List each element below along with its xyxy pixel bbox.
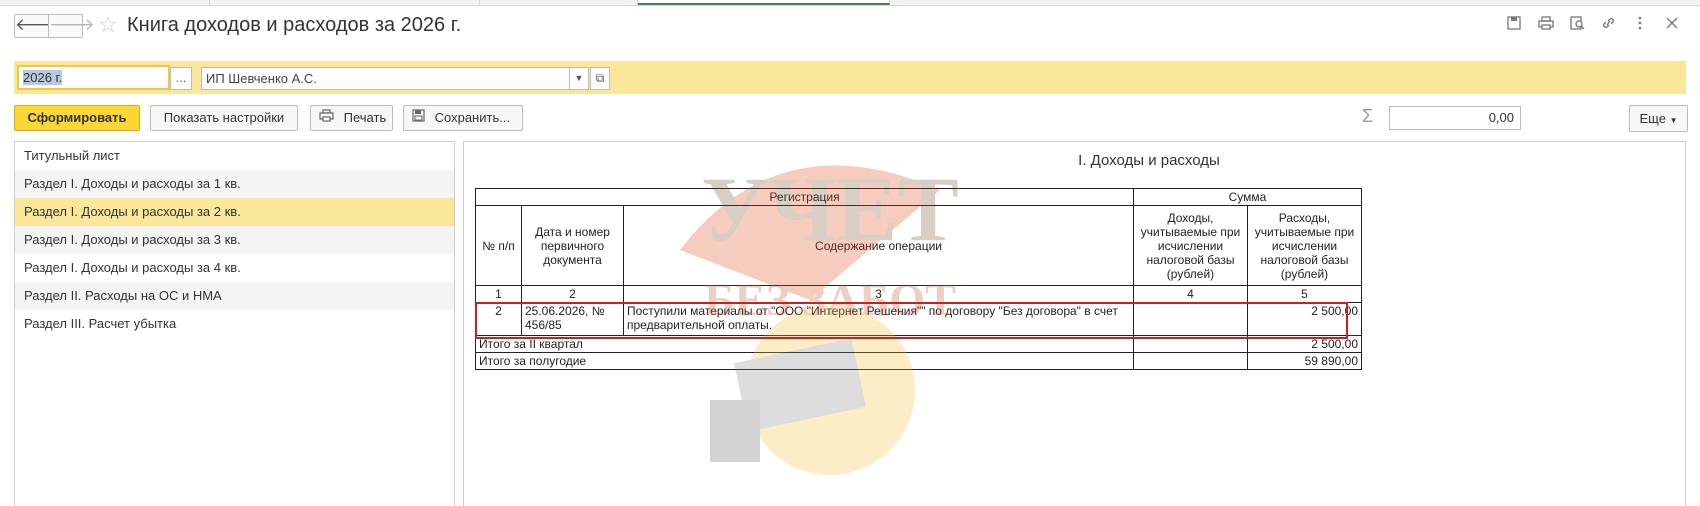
report-area: I. Доходы и расходы Регистрация Сумма № … [463, 141, 1686, 506]
header-num: № п/п [475, 205, 522, 286]
caret-down-icon: ▼ [1669, 116, 1678, 125]
title-toolbar [1500, 16, 1686, 38]
page-title: Книга доходов и расходов за 2026 г. [127, 14, 462, 36]
section-item[interactable]: Раздел I. Доходы и расходы за 3 кв. [15, 226, 454, 254]
row-num: 2 [475, 302, 522, 336]
section-item[interactable]: Раздел III. Расчет убытка [15, 310, 454, 338]
print-button[interactable]: Печать [310, 105, 393, 131]
total-expense: 59 890,00 [1247, 352, 1362, 370]
tab-segment-active[interactable] [638, 0, 890, 5]
header-income: Доходы, учитываемые при исчислении налог… [1133, 205, 1248, 286]
print-label: Печать [343, 110, 387, 125]
header-doc: Дата и номер первичного документа [521, 205, 624, 286]
more-vertical-icon[interactable] [1626, 16, 1654, 35]
chevron-down-icon[interactable]: ▼ [569, 67, 589, 90]
sections-list: Титульный лист Раздел I. Доходы и расходы… [14, 141, 455, 506]
period-input[interactable]: 2026 г. [17, 65, 170, 90]
save-button[interactable]: Сохранить... [403, 105, 523, 131]
header-expense: Расходы, учитываемые при исчислении нало… [1247, 205, 1362, 286]
row-doc: 25.06.2026, № 456/85 [521, 302, 624, 336]
save-label: Сохранить... [434, 110, 511, 125]
section-item[interactable]: Раздел I. Доходы и расходы за 2 кв. [15, 198, 454, 226]
sigma-icon: Σ [1362, 106, 1374, 126]
col-number: 4 [1133, 285, 1248, 303]
print-icon[interactable] [1532, 16, 1560, 35]
show-settings-button[interactable]: Показать настройки [150, 105, 298, 131]
printer-icon [319, 109, 338, 125]
column-number-row: 1 2 3 4 5 [475, 285, 1362, 303]
table-header-row: № п/п Дата и номер первичного документа … [475, 205, 1362, 286]
col-number: 5 [1247, 285, 1362, 303]
row-income [1133, 302, 1248, 336]
total-expense: 2 500,00 [1247, 335, 1362, 353]
section-item[interactable]: Раздел I. Доходы и расходы за 4 кв. [15, 254, 454, 282]
section-item[interactable]: Титульный лист [15, 142, 454, 170]
col-number: 2 [521, 285, 624, 303]
arrow-right-icon: 🡒 [49, 15, 95, 34]
link-icon[interactable] [1595, 16, 1623, 35]
open-icon[interactable]: ⧉ [590, 67, 610, 90]
back-button[interactable]: 🡐 [14, 14, 61, 38]
tab-segment[interactable] [0, 0, 210, 5]
total-label: Итого за II квартал [475, 335, 1134, 353]
total-row: Итого за II квартал 2 500,00 [475, 335, 1362, 353]
income-expense-table: Регистрация Сумма № п/п Дата и номер пер… [475, 188, 1362, 370]
tab-segment[interactable] [210, 0, 480, 5]
tab-segment[interactable] [480, 0, 638, 5]
total-income [1133, 335, 1248, 353]
header-registration: Регистрация [475, 188, 1134, 206]
row-content: Поступили материалы от "ООО "Интернет Ре… [623, 302, 1134, 336]
title-bar: 🡐 🡒 ☆ Книга доходов и расходов за 2026 г… [14, 12, 1686, 42]
preview-icon[interactable] [1563, 16, 1591, 35]
total-income [1133, 352, 1248, 370]
header-content: Содержание операции [623, 205, 1134, 286]
total-row: Итого за полугодие 59 890,00 [475, 352, 1362, 370]
tab-strip [0, 0, 1700, 6]
forward-button[interactable]: 🡒 [48, 14, 95, 38]
header-sum: Сумма [1133, 188, 1362, 206]
organization-input[interactable]: ИП Шевченко А.С. [201, 67, 570, 90]
total-label: Итого за полугодие [475, 352, 1134, 370]
favorite-star-icon[interactable]: ☆ [98, 12, 118, 38]
col-number: 1 [475, 285, 522, 303]
col-number: 3 [623, 285, 1134, 303]
section-item[interactable]: Раздел I. Доходы и расходы за 1 кв. [15, 170, 454, 198]
generate-button[interactable]: Сформировать [14, 105, 140, 131]
save-icon[interactable] [1500, 16, 1528, 35]
row-expense: 2 500,00 [1247, 302, 1362, 336]
section-item[interactable]: Раздел II. Расходы на ОС и НМА [15, 282, 454, 310]
table-header-row: Регистрация Сумма [475, 188, 1362, 206]
report-title: I. Доходы и расходы [1078, 152, 1220, 169]
period-select-button[interactable]: ... [170, 67, 192, 90]
expand-icon[interactable] [1658, 16, 1686, 35]
table-row[interactable]: 2 25.06.2026, № 456/85 Поступили материа… [475, 302, 1362, 336]
floppy-icon [412, 109, 429, 125]
more-button[interactable]: Еще ▼ [1629, 105, 1688, 132]
sum-field: 0,00 [1389, 106, 1521, 130]
